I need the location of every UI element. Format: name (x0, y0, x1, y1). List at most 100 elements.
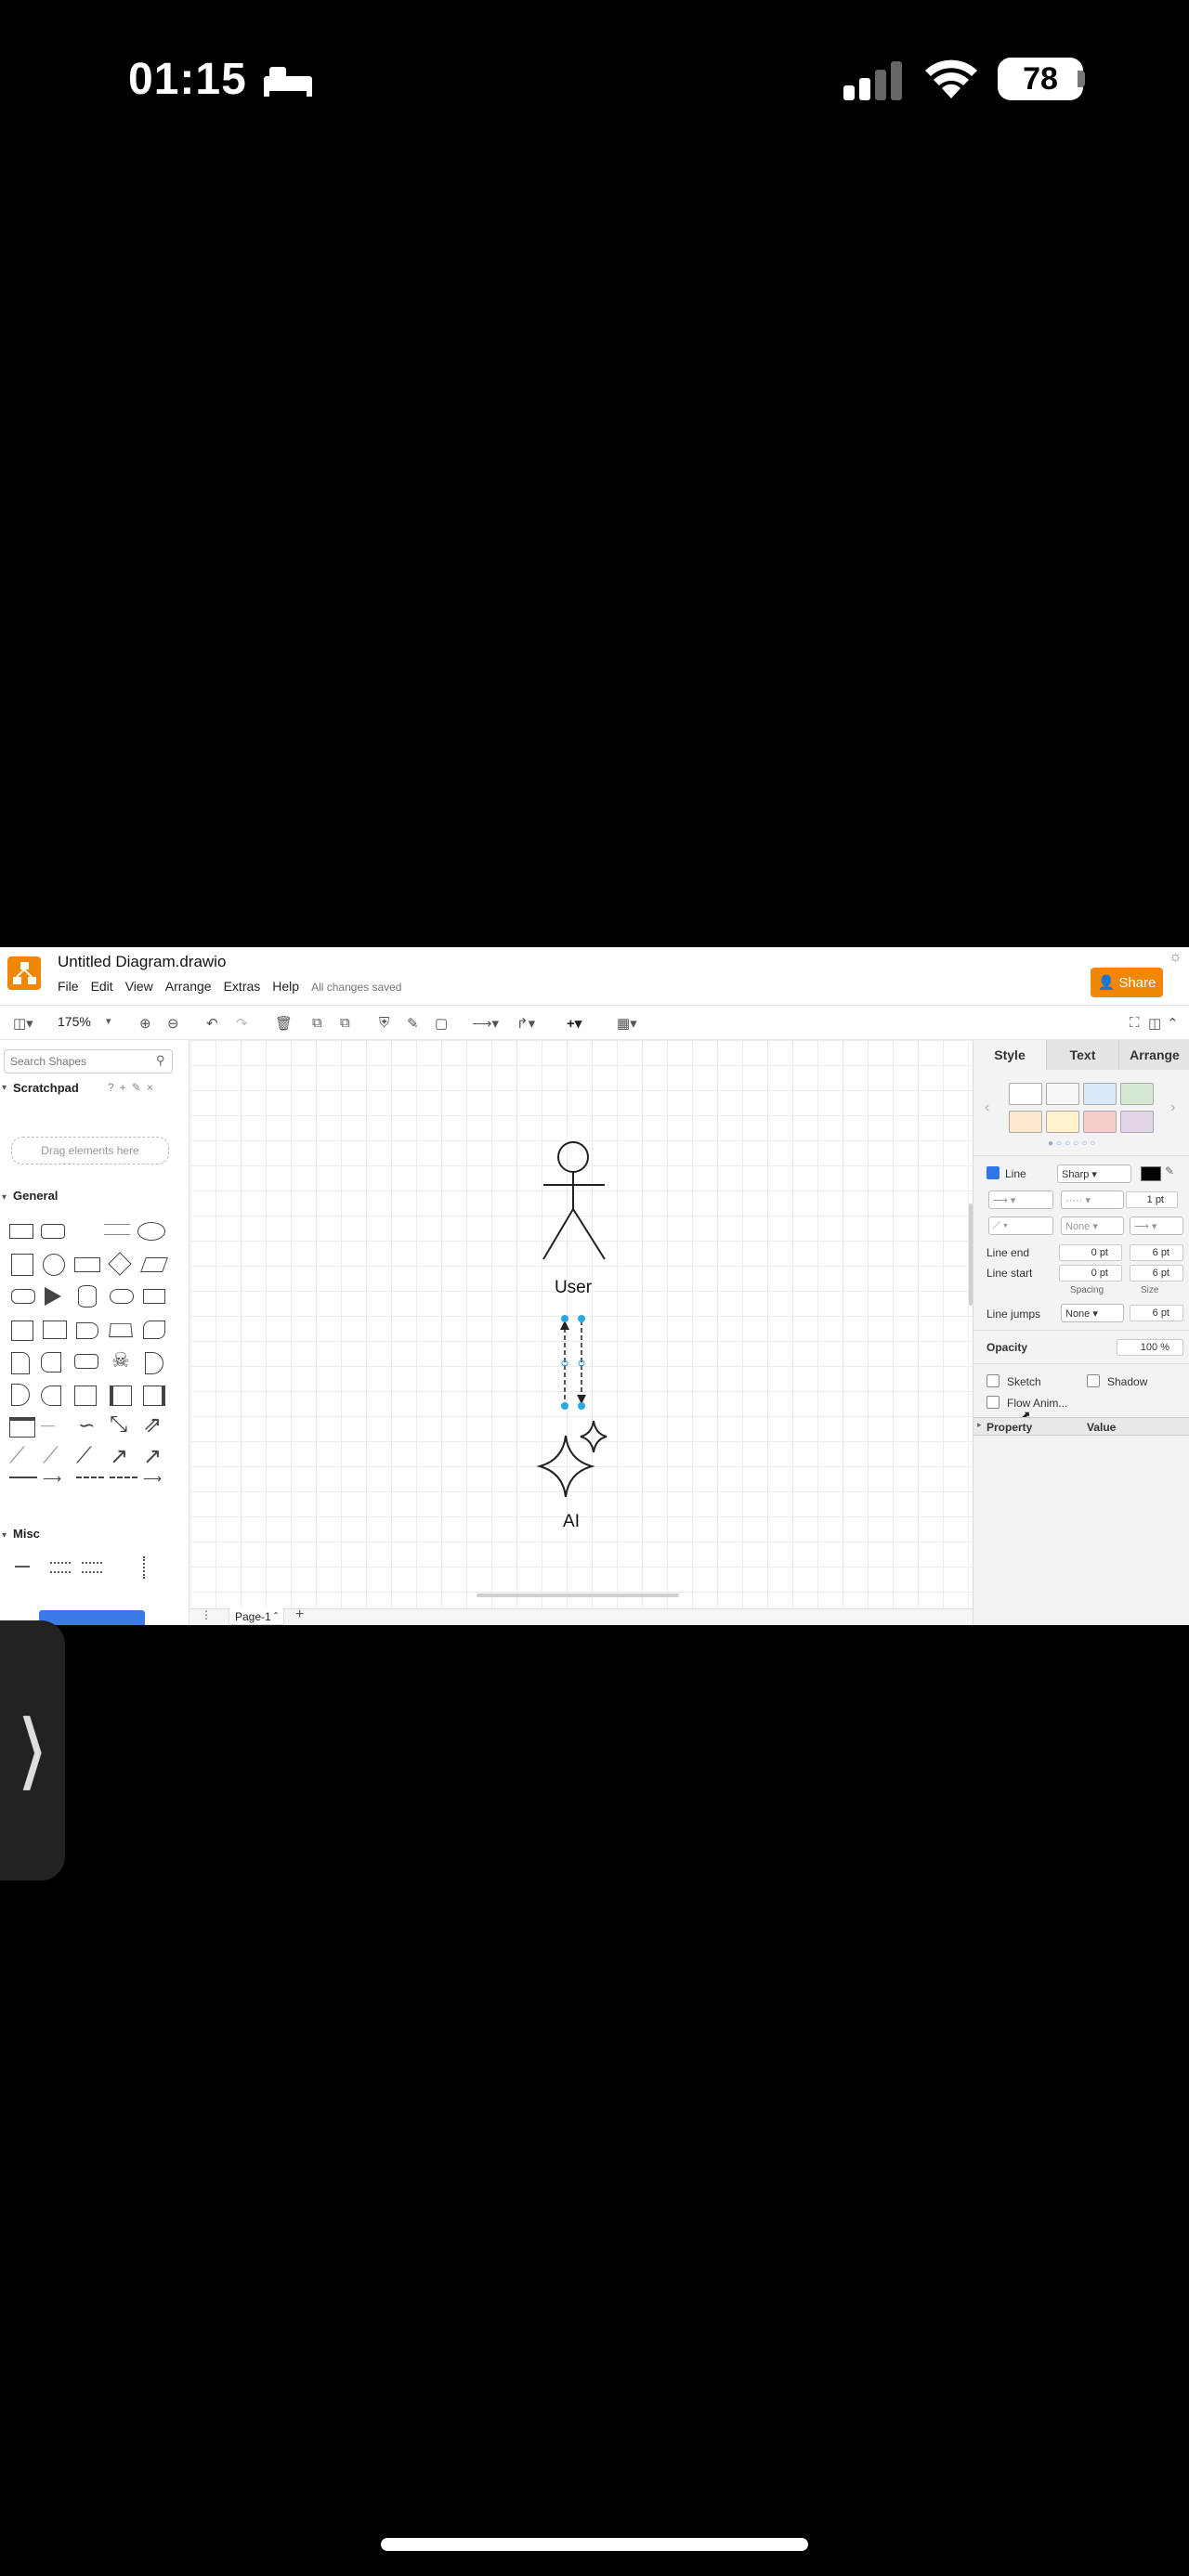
style-swatch[interactable] (1009, 1111, 1042, 1133)
connector-icon[interactable]: ⟶ (143, 1471, 162, 1487)
menu-file[interactable]: File (58, 979, 79, 994)
shape-container[interactable] (74, 1386, 97, 1406)
dashed-line-icon[interactable]: ⟋ (9, 1443, 25, 1469)
theme-toggle-icon[interactable]: ☼ (1169, 949, 1182, 966)
expand-icon[interactable]: ▸ (977, 1420, 982, 1430)
shape-triangle[interactable] (45, 1287, 61, 1306)
menu-extras[interactable]: Extras (224, 979, 261, 994)
style-swatch[interactable] (1046, 1111, 1079, 1133)
page-tab[interactable]: Page-1 ˆ (229, 1608, 285, 1625)
selected-connectors[interactable] (560, 1315, 586, 1410)
expand-icon[interactable]: ▾ (2, 1192, 7, 1203)
actor-shape-icon[interactable]: ☠ (111, 1348, 130, 1373)
arrow-shape-icon[interactable]: ⇗ (143, 1412, 162, 1438)
table-icon[interactable]: ▦▾ (617, 1015, 637, 1032)
shape-swimlane[interactable] (143, 1386, 165, 1406)
search-shapes-input[interactable]: Search Shapes (4, 1049, 173, 1073)
scratchpad-tools-icon[interactable]: ?+✎× (108, 1081, 159, 1094)
link-line-icon[interactable]: ⟶ (43, 1471, 61, 1487)
shadow-icon[interactable]: ▢ (435, 1015, 448, 1032)
expand-icon[interactable]: ▾ (2, 1083, 7, 1093)
shape-rounded-rect[interactable] (41, 1224, 65, 1239)
shape-document[interactable] (143, 1289, 165, 1304)
more-shapes-button[interactable] (39, 1610, 145, 1625)
shadow-checkbox[interactable] (1087, 1374, 1100, 1387)
shape-callout[interactable] (74, 1354, 98, 1369)
flow-animation-checkbox[interactable] (986, 1396, 1000, 1409)
misc-header[interactable]: Misc (13, 1527, 40, 1541)
bullet-list-shape[interactable] (143, 1556, 158, 1579)
zoom-out-icon[interactable]: ⊖ (167, 1015, 179, 1032)
numbered-list-shape[interactable] (82, 1562, 102, 1573)
tab-text[interactable]: Text (1046, 1040, 1118, 1070)
menu-edit[interactable]: Edit (91, 979, 113, 994)
shape-cloud[interactable] (110, 1289, 134, 1304)
dotted-connector-icon[interactable] (110, 1477, 137, 1478)
shape-note[interactable] (11, 1352, 30, 1374)
shape-circle[interactable] (43, 1254, 65, 1276)
delete-icon[interactable]: 🗑 (275, 1015, 293, 1032)
curve-shape-icon[interactable]: ∽ (78, 1413, 95, 1438)
arrow-line-icon[interactable]: ↗ (110, 1443, 128, 1470)
dotted-line-icon[interactable]: ⟋ (43, 1443, 59, 1469)
zoom-select[interactable]: 175% (58, 1014, 91, 1029)
share-button[interactable]: 👤 Share (1091, 968, 1163, 997)
scratchpad-dropzone[interactable]: Drag elements here (11, 1137, 169, 1164)
shape-square[interactable] (11, 1254, 33, 1276)
line-end-marker-select[interactable]: ⟶ ▾ (1130, 1216, 1183, 1235)
style-swatch[interactable] (1083, 1111, 1117, 1133)
title-shape[interactable] (15, 1566, 30, 1568)
chevron-left-icon[interactable]: ‹ (985, 1099, 989, 1116)
style-swatch[interactable] (1046, 1083, 1079, 1105)
horizontal-scrollbar[interactable] (477, 1594, 679, 1597)
line-end-spacing[interactable]: 0 pt (1059, 1244, 1122, 1261)
line-color-icon[interactable]: ✎ (407, 1015, 419, 1032)
shape-trapezoid[interactable] (109, 1322, 133, 1338)
sketch-checkbox[interactable] (986, 1374, 1000, 1387)
insert-icon[interactable]: +▾ (567, 1015, 581, 1032)
line-dash-select[interactable]: ····· ▾ (1061, 1190, 1124, 1209)
undo-icon[interactable]: ↶ (206, 1015, 218, 1032)
shape-parallelogram[interactable] (140, 1257, 168, 1272)
actor-label[interactable]: User (549, 1278, 597, 1298)
ai-sparkle-shape[interactable] (536, 1420, 608, 1498)
shape-data-storage[interactable] (41, 1386, 61, 1406)
shape-or[interactable] (145, 1352, 163, 1374)
redo-icon[interactable]: ↷ (236, 1015, 248, 1032)
style-swatch[interactable] (1120, 1083, 1154, 1105)
shape-internal-storage[interactable] (11, 1321, 33, 1341)
style-swatch[interactable] (1083, 1083, 1117, 1105)
style-swatch[interactable] (1120, 1111, 1154, 1133)
actor-shape[interactable] (542, 1141, 606, 1260)
shape-rectangle[interactable] (9, 1224, 33, 1239)
shape-cube[interactable] (43, 1321, 67, 1339)
waypoint-select[interactable]: ⟋ ▾ (988, 1216, 1053, 1235)
dashed-connector-icon[interactable] (76, 1477, 104, 1478)
line-start-spacing[interactable]: 0 pt (1059, 1265, 1122, 1281)
add-page-icon[interactable]: + (295, 1607, 304, 1623)
pages-menu-icon[interactable]: ⋮ (201, 1608, 212, 1621)
shape-step[interactable] (76, 1322, 98, 1339)
expand-icon[interactable]: ▾ (2, 1530, 7, 1541)
collapse-icon[interactable]: ⌃ (1167, 1015, 1179, 1032)
fullscreen-icon[interactable]: ⛶ (1130, 1015, 1140, 1031)
shape-tape[interactable] (143, 1321, 165, 1339)
shape-ellipse[interactable] (137, 1222, 165, 1241)
line-style-select[interactable]: Sharp ▾ (1057, 1164, 1131, 1183)
line-jumps-select[interactable]: None ▾ (1061, 1304, 1124, 1322)
side-panel-handle[interactable]: ⟩ (0, 1620, 65, 1880)
line-start-size[interactable]: 6 pt (1130, 1265, 1183, 1281)
to-front-icon[interactable]: ⧉ (312, 1015, 322, 1031)
shape-diamond[interactable] (108, 1252, 132, 1276)
shape-textbox[interactable] (104, 1224, 130, 1235)
line-end-size[interactable]: 6 pt (1130, 1244, 1183, 1261)
fill-color-icon[interactable]: ⛨ (379, 1015, 389, 1031)
shape-card[interactable] (41, 1352, 61, 1373)
horizontal-line-icon[interactable] (9, 1477, 37, 1478)
shape-hexagon[interactable] (11, 1289, 35, 1304)
shape-cylinder[interactable] (78, 1285, 97, 1308)
shape-list-item[interactable]: ––– (41, 1421, 55, 1430)
arrow-line-icon[interactable]: ↗ (143, 1443, 162, 1470)
shape-and[interactable] (11, 1384, 30, 1406)
line-width-field[interactable]: 1 pt (1126, 1191, 1178, 1208)
